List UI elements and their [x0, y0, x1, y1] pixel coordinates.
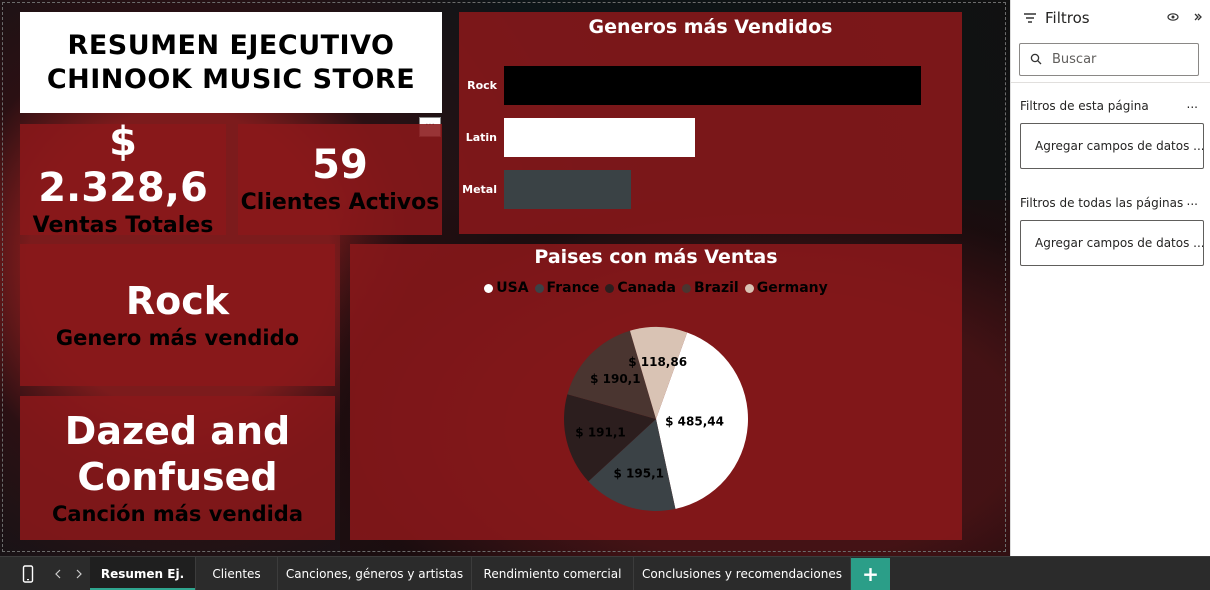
report-title-line-1: RESUMEN EJECUTIVO [67, 29, 395, 61]
filter-icon [1023, 9, 1037, 28]
mobile-layout-icon[interactable] [16, 557, 40, 590]
bar-label-latin: Latin [465, 131, 497, 144]
tab-canciones[interactable]: Canciones, géneros y artistas [278, 557, 472, 590]
bar-metal[interactable] [504, 170, 631, 209]
filters-header: Filtros [1023, 8, 1203, 28]
pie-data-label: $ 195,1 [614, 466, 664, 480]
bar-label-metal: Metal [462, 183, 497, 196]
page-filters-more-button[interactable]: ... [1187, 97, 1198, 111]
pie-data-label: $ 190,1 [590, 372, 640, 386]
card-top-genre[interactable]: Rock Genero más vendido [20, 244, 335, 386]
filters-title: Filtros [1045, 9, 1090, 27]
tab-conclusiones[interactable]: Conclusiones y recomendaciones [634, 557, 851, 590]
genres-chart-title: Generos más Vendidos [588, 16, 833, 38]
kpi-active-clients-value: 59 [312, 141, 368, 188]
all-pages-filters-label: Filtros de todas las páginas [1020, 196, 1184, 210]
bar-latin[interactable] [504, 118, 695, 157]
countries-pie-chart[interactable]: Paises con más Ventas USA France Canada Bra… [350, 244, 962, 540]
card-top-genre-label: Genero más vendido [55, 326, 300, 350]
page-tab-bar: Resumen Ej. Clientes Canciones, géneros … [0, 556, 1210, 590]
eye-icon[interactable] [1167, 11, 1179, 25]
bar-rock[interactable] [504, 66, 921, 105]
pie-svg: $ 485,44 $ 195,1 $ 191,1 $ 190,1 $ 118,86 [564, 327, 748, 511]
search-placeholder: Buscar [1052, 52, 1097, 67]
search-icon [1030, 50, 1042, 69]
card-top-song-line-2: Confused [77, 455, 278, 499]
add-page-button[interactable]: + [851, 558, 890, 590]
report-title-line-2: CHINOOK MUSIC STORE [46, 63, 416, 95]
card-top-song[interactable]: Dazed and Confused Canción más vendida [20, 396, 335, 540]
tab-resumen[interactable]: Resumen Ej. [90, 557, 196, 590]
report-root: RESUMEN EJECUTIVO CHINOOK MUSIC STORE ··… [0, 0, 1210, 590]
kpi-total-sales-label: Ventas Totales [32, 212, 214, 238]
all-pages-filters-dropzone[interactable]: Agregar campos de datos ... [1020, 220, 1204, 266]
pie-data-label: $ 191,1 [575, 425, 625, 439]
pie-data-label: $ 118,86 [628, 355, 687, 369]
bar-label-rock: Rock [467, 79, 497, 92]
card-top-song-line-1: Dazed and [64, 409, 291, 453]
report-title-card[interactable]: RESUMEN EJECUTIVO CHINOOK MUSIC STORE [20, 12, 442, 113]
all-pages-filters-more-button[interactable]: ... [1187, 194, 1198, 208]
filters-search-input[interactable]: Buscar [1019, 43, 1199, 76]
report-canvas: RESUMEN EJECUTIVO CHINOOK MUSIC STORE ··… [0, 0, 1010, 556]
card-top-song-label: Canción más vendida [51, 502, 304, 526]
collapse-pane-icon[interactable] [1193, 11, 1203, 25]
genres-bar-chart[interactable]: Generos más Vendidos Rock Latin Metal [459, 12, 962, 234]
kpi-total-sales-value: $ 2.328,6 [38, 118, 208, 211]
filters-divider [1011, 82, 1210, 83]
pie-data-label: $ 485,44 [665, 415, 724, 429]
page-filters-label: Filtros de esta página [1020, 99, 1149, 113]
next-page-icon[interactable] [71, 557, 87, 590]
tab-rendimiento[interactable]: Rendimiento comercial [472, 557, 634, 590]
card-top-genre-value: Rock [125, 279, 230, 323]
prev-page-icon[interactable] [50, 557, 66, 590]
kpi-total-sales[interactable]: $ 2.328,6 Ventas Totales [20, 119, 226, 238]
kpi-active-clients[interactable]: 59 Clientes Activos [238, 124, 442, 235]
page-filters-dropzone[interactable]: Agregar campos de datos ... [1020, 123, 1204, 169]
kpi-active-clients-label: Clientes Activos [240, 189, 440, 215]
filters-pane: Filtros Buscar Filtros de esta página ..… [1010, 0, 1210, 556]
tab-clientes[interactable]: Clientes [196, 557, 278, 590]
